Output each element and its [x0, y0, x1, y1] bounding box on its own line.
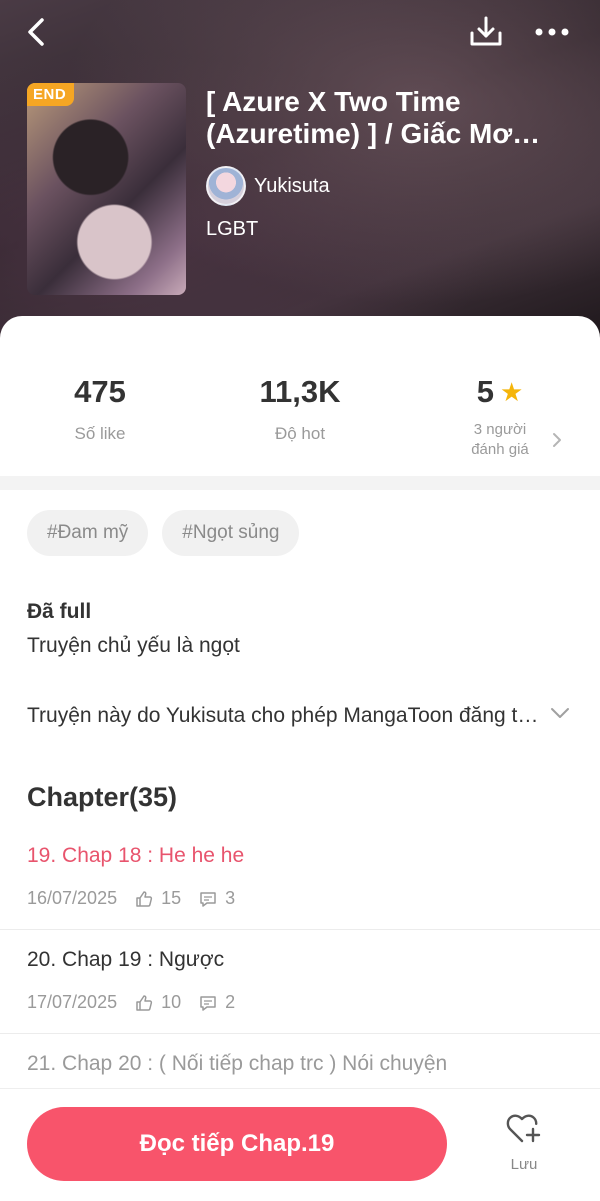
bottom-action-bar: Đọc tiếp Chap.19 Lưu: [0, 1088, 600, 1201]
tag-ngot-sung[interactable]: #Ngọt sủng: [162, 510, 300, 556]
likes-value: 475: [74, 374, 126, 409]
summary-text: Truyện chủ yếu là ngọt: [27, 634, 240, 657]
rating-label: 3 người đánh giá: [400, 420, 600, 460]
rating-label-line1: 3 người: [473, 421, 527, 438]
rating-stat[interactable]: 5 ★ 3 người đánh giá: [400, 374, 600, 460]
heart-plus-icon: [506, 1114, 541, 1143]
author-row[interactable]: Yukisuta: [206, 166, 330, 206]
tag-list: #Đam mỹ #Ngọt sủng: [27, 510, 300, 556]
download-icon[interactable]: [466, 12, 506, 52]
chapter-meta: 17/07/2025 10 2: [27, 992, 235, 1013]
chapter-comments: 2: [225, 992, 236, 1012]
rating-value-row: 5 ★: [400, 374, 600, 410]
author-avatar[interactable]: [206, 166, 246, 206]
chapter-date: 16/07/2025: [27, 888, 118, 908]
author-name[interactable]: Yukisuta: [254, 175, 330, 198]
comic-title: [ Azure X Two Time (Azuretime) ] / Giấc …: [206, 86, 513, 149]
cover-image[interactable]: END: [27, 83, 186, 295]
continue-reading-button[interactable]: Đọc tiếp Chap.19: [27, 1107, 447, 1181]
stats-row: 475 Số like 11,3K Độ hot 5 ★ 3 người đán…: [0, 316, 600, 476]
chapter-title: 19. Chap 18 : He he he: [27, 844, 245, 867]
likes-label: Số like: [74, 424, 126, 443]
chapter-title: 21. Chap 20 : ( Nối tiếp chap trc ) Nói …: [27, 1052, 448, 1075]
hot-label: Độ hot: [274, 424, 326, 443]
comment-icon: [199, 994, 217, 1012]
chapter-title: 20. Chap 19 : Ngược: [27, 948, 225, 971]
chevron-right-icon[interactable]: [552, 432, 562, 453]
hot-value: 11,3K: [259, 374, 341, 409]
chapter-heading: Chapter(35): [27, 782, 178, 812]
detail-card: 475 Số like 11,3K Độ hot 5 ★ 3 người đán…: [0, 316, 600, 1201]
chapter-row[interactable]: 19. Chap 18 : He he he 16/07/2025 15 3: [0, 826, 600, 930]
chapter-likes: 15: [161, 888, 182, 908]
end-badge: END: [27, 83, 75, 106]
thumbs-up-icon: [135, 994, 153, 1012]
likes-stat: 475 Số like: [0, 374, 200, 444]
comment-icon: [199, 890, 217, 908]
tag-dam-my[interactable]: #Đam mỹ: [27, 510, 149, 556]
thumbs-up-icon: [135, 890, 153, 908]
chapter-likes: 10: [161, 992, 182, 1012]
chapter-meta: 16/07/2025 15 3: [27, 888, 235, 909]
back-icon[interactable]: [16, 12, 56, 52]
star-icon: ★: [499, 376, 524, 407]
section-divider: [0, 476, 600, 490]
more-options-icon[interactable]: [532, 12, 572, 52]
hot-stat: 11,3K Độ hot: [200, 374, 400, 444]
genre-label: LGBT: [206, 218, 259, 240]
description-text[interactable]: Truyện này do Yukisuta cho phép MangaToo…: [27, 704, 547, 728]
chevron-down-icon[interactable]: [550, 706, 570, 725]
save-label: Lưu: [510, 1156, 538, 1173]
rating-label-line2: đánh giá: [471, 441, 529, 458]
chapter-row[interactable]: 20. Chap 19 : Ngược 17/07/2025 10 2: [0, 930, 600, 1034]
rating-value: 5: [476, 374, 494, 409]
save-button[interactable]: Lưu: [494, 1113, 554, 1173]
status-text: Đã full: [27, 600, 92, 623]
chapter-comments: 3: [225, 888, 236, 908]
chapter-date: 17/07/2025: [27, 992, 118, 1012]
header-banner: END [ Azure X Two Time (Azuretime) ] / G…: [0, 0, 600, 340]
